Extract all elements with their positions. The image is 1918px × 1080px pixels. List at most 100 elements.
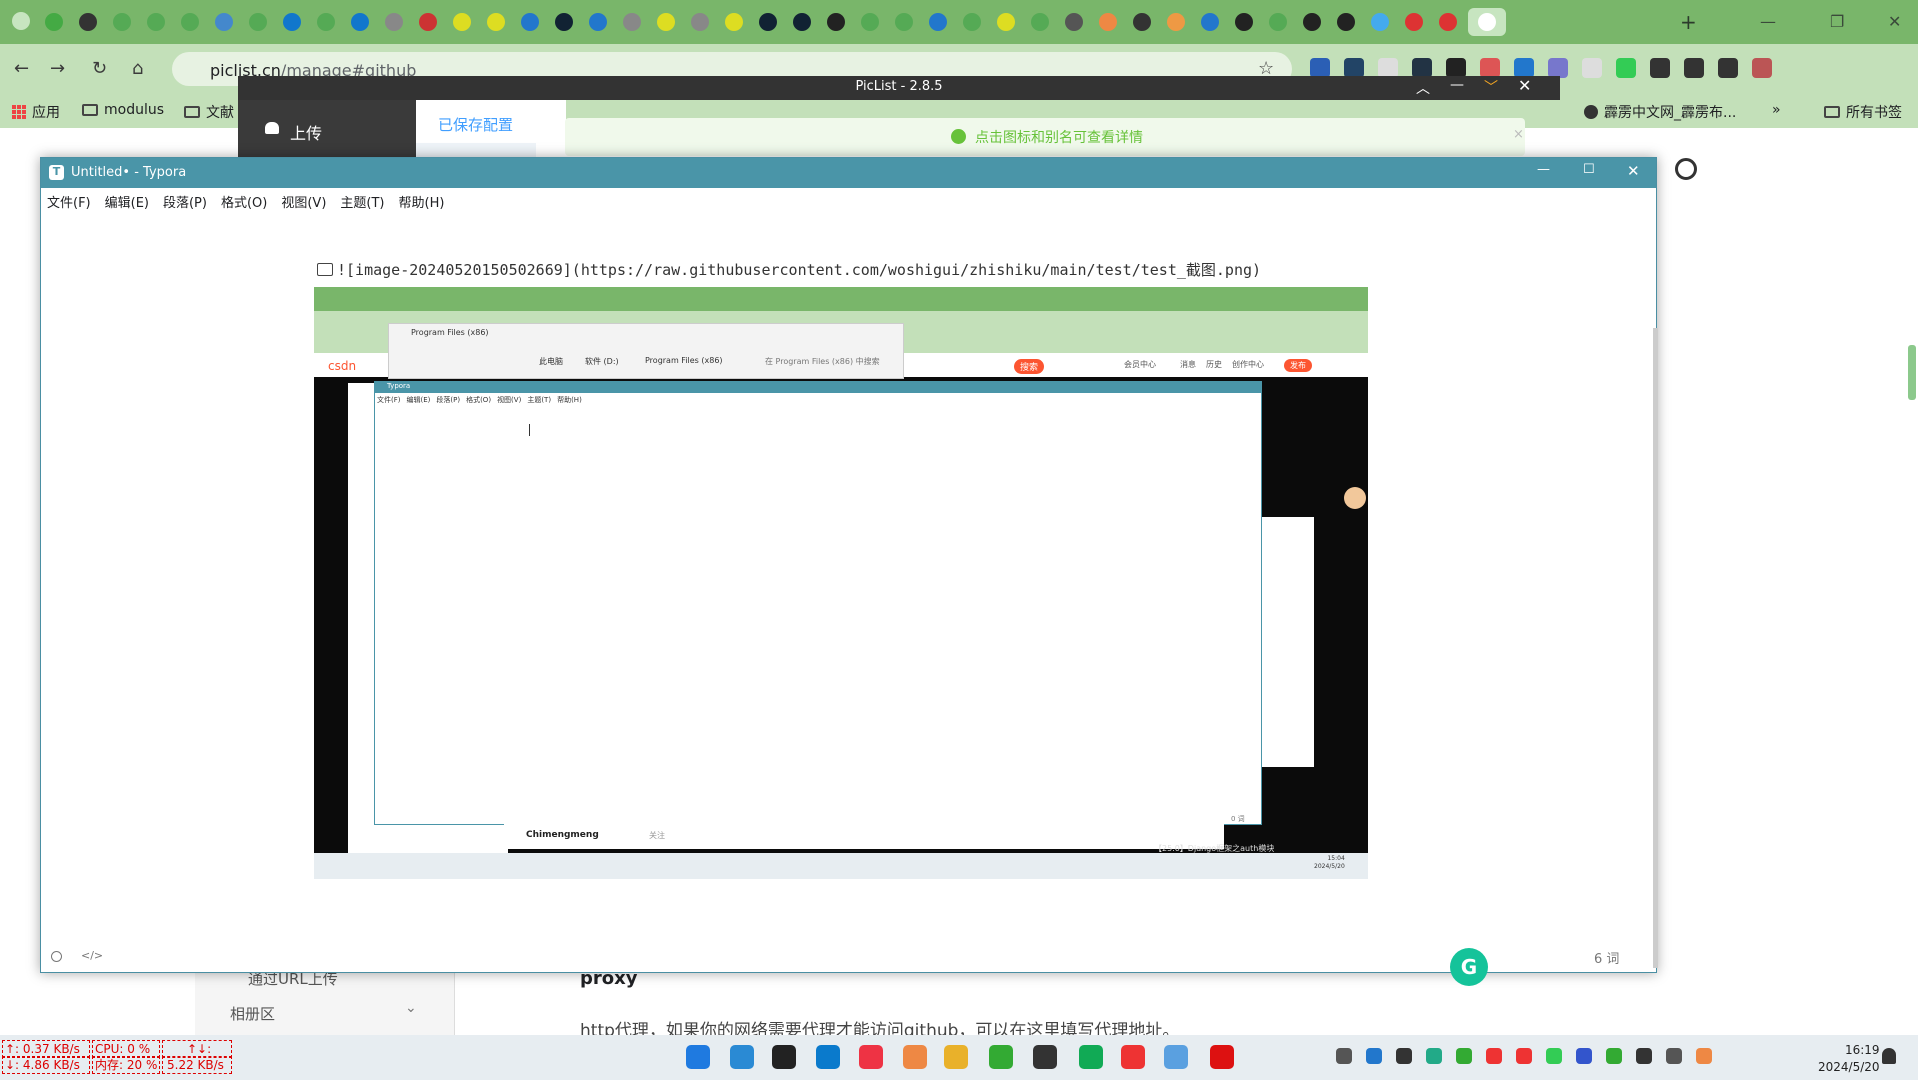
taskbar-app-8[interactable]	[1033, 1045, 1057, 1069]
bookmark-modulus[interactable]: modulus	[82, 102, 164, 118]
menu-item-6[interactable]: 帮助(H)	[557, 395, 582, 405]
minimize-icon[interactable]: —	[1537, 162, 1550, 177]
tab-favicon-16[interactable]	[584, 8, 612, 36]
markdown-image-source[interactable]: ![image-20240520150502669](https://raw.g…	[337, 259, 1261, 280]
close-icon[interactable]: ✕	[1518, 76, 1531, 95]
extension-icon-13[interactable]	[1752, 58, 1772, 78]
menu-item-1[interactable]: 编辑(E)	[105, 192, 149, 211]
minimize-icon[interactable]: —	[1450, 77, 1464, 93]
extension-icon-6[interactable]	[1514, 58, 1534, 78]
tray-icon-11[interactable]	[1666, 1048, 1682, 1064]
tray-icon-12[interactable]	[1696, 1048, 1712, 1064]
close-window-button[interactable]: ✕	[1888, 12, 1901, 31]
taskbar-app-6[interactable]	[944, 1045, 968, 1069]
taskbar-app-12[interactable]	[1210, 1045, 1234, 1069]
tray-icon-10[interactable]	[1636, 1048, 1652, 1064]
tab-favicon-7[interactable]	[278, 8, 306, 36]
tab-search-icon[interactable]	[12, 12, 30, 30]
bookmark-apps[interactable]: 应用	[12, 102, 60, 122]
all-bookmarks[interactable]: 所有书签	[1824, 102, 1902, 122]
menu-item-5[interactable]: 主题(T)	[527, 395, 551, 405]
extension-icon-5[interactable]	[1480, 58, 1500, 78]
tab-favicon-35[interactable]	[1230, 8, 1258, 36]
upload-menu-item[interactable]: 上传	[290, 120, 322, 144]
circle-icon[interactable]	[51, 951, 62, 962]
tray-icon-4[interactable]	[1456, 1048, 1472, 1064]
back-icon[interactable]: ←	[14, 58, 29, 79]
code-icon[interactable]: </>	[81, 949, 103, 962]
tab-favicon-22[interactable]	[788, 8, 816, 36]
tab-favicon-8[interactable]	[312, 8, 340, 36]
tab-favicon-13[interactable]	[482, 8, 510, 36]
tab-favicon-26[interactable]	[924, 8, 952, 36]
tab-favicon-33[interactable]	[1162, 8, 1190, 36]
menu-item-6[interactable]: 帮助(H)	[399, 192, 445, 211]
tab-favicon-42[interactable]	[1468, 8, 1506, 36]
tab-favicon-36[interactable]	[1264, 8, 1292, 36]
tab-favicon-12[interactable]	[448, 8, 476, 36]
tab-favicon-6[interactable]	[244, 8, 272, 36]
tab-favicon-34[interactable]	[1196, 8, 1224, 36]
tray-icon-9[interactable]	[1606, 1048, 1622, 1064]
tab-favicon-27[interactable]	[958, 8, 986, 36]
taskbar-app-0[interactable]	[686, 1045, 710, 1069]
tab-favicon-14[interactable]	[516, 8, 544, 36]
extension-icon-8[interactable]	[1582, 58, 1602, 78]
taskbar-app-2[interactable]	[772, 1045, 796, 1069]
tray-icon-6[interactable]	[1516, 1048, 1532, 1064]
menu-item-0[interactable]: 文件(F)	[377, 395, 401, 405]
close-icon[interactable]: ✕	[1627, 162, 1640, 180]
tab-favicon-10[interactable]	[380, 8, 408, 36]
tab-favicon-39[interactable]	[1366, 8, 1394, 36]
github-icon[interactable]	[1675, 158, 1697, 180]
menu-item-4[interactable]: 视图(V)	[281, 192, 326, 211]
tray-icon-2[interactable]	[1396, 1048, 1412, 1064]
extension-icon-4[interactable]	[1446, 58, 1466, 78]
tab-favicon-30[interactable]	[1060, 8, 1088, 36]
tab-favicon-9[interactable]	[346, 8, 374, 36]
taskbar-app-10[interactable]	[1121, 1045, 1145, 1069]
menu-item-1[interactable]: 编辑(E)	[407, 395, 431, 405]
tab-favicon-11[interactable]	[414, 8, 442, 36]
tab-favicon-5[interactable]	[210, 8, 238, 36]
menu-item-4[interactable]: 视图(V)	[497, 395, 521, 405]
extension-icon-3[interactable]	[1412, 58, 1432, 78]
extension-icon-1[interactable]	[1344, 58, 1364, 78]
taskbar-app-1[interactable]	[730, 1045, 754, 1069]
tab-favicon-40[interactable]	[1400, 8, 1428, 36]
tab-favicon-24[interactable]	[856, 8, 884, 36]
chevron-down-icon[interactable]: ⌄	[405, 1000, 417, 1016]
tab-favicon-21[interactable]	[754, 8, 782, 36]
forward-icon[interactable]: →	[50, 58, 65, 79]
chevron-down-icon[interactable]: ﹀	[1484, 77, 1498, 97]
new-tab-button[interactable]: +	[1680, 10, 1697, 34]
taskbar-app-9[interactable]	[1079, 1045, 1103, 1069]
taskbar-app-11[interactable]	[1164, 1045, 1188, 1069]
tab-favicon-23[interactable]	[822, 8, 850, 36]
tab-favicon-41[interactable]	[1434, 8, 1462, 36]
menu-item-3[interactable]: 格式(O)	[466, 395, 491, 405]
grammarly-icon[interactable]: G	[1450, 948, 1488, 986]
tab-favicon-4[interactable]	[176, 8, 204, 36]
extension-icon-0[interactable]	[1310, 58, 1330, 78]
tab-favicon-15[interactable]	[550, 8, 578, 36]
menu-item-2[interactable]: 段落(P)	[163, 192, 207, 211]
bookmark-pili[interactable]: 霹雳中文网_霹雳布...	[1584, 102, 1736, 122]
taskbar-app-3[interactable]	[816, 1045, 840, 1069]
notice-close-icon[interactable]: ×	[1513, 127, 1524, 142]
chevron-up-icon[interactable]: ︿	[1416, 78, 1430, 98]
tray-icon-1[interactable]	[1366, 1048, 1382, 1064]
tab-favicon-20[interactable]	[720, 8, 748, 36]
home-icon[interactable]: ⌂	[132, 58, 143, 79]
tab-favicon-0[interactable]	[40, 8, 68, 36]
notification-bell-icon[interactable]	[1882, 1048, 1896, 1064]
tab-favicon-3[interactable]	[142, 8, 170, 36]
tab-favicon-2[interactable]	[108, 8, 136, 36]
clock[interactable]: 16:19 2024/5/20	[1818, 1042, 1880, 1076]
menu-item-3[interactable]: 格式(O)	[221, 192, 267, 211]
bookmarks-overflow-button[interactable]: »	[1772, 102, 1781, 118]
bookmark-wenxian[interactable]: 文献	[184, 102, 234, 122]
tab-favicon-32[interactable]	[1128, 8, 1156, 36]
menu-item-5[interactable]: 主题(T)	[340, 192, 384, 211]
tab-favicon-18[interactable]	[652, 8, 680, 36]
